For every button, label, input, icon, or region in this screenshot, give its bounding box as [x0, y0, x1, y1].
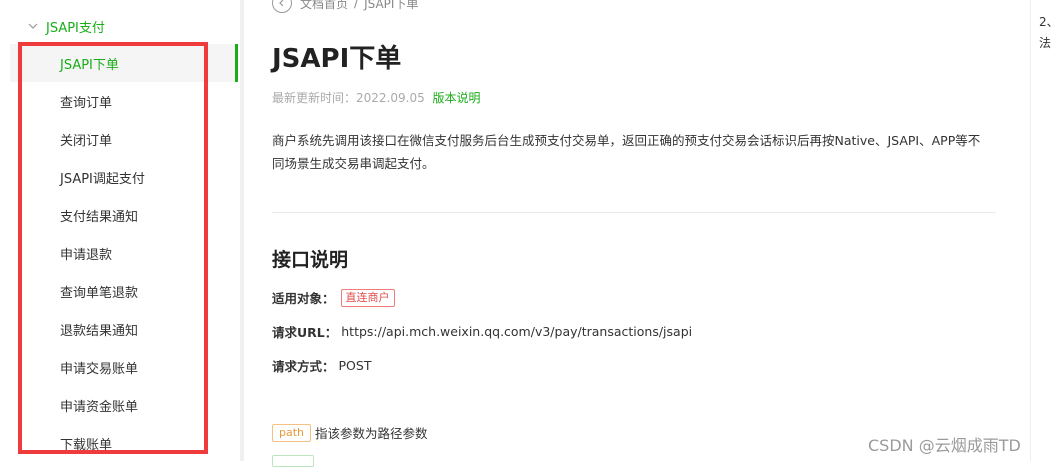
sidebar-item-jsapi-invoke[interactable]: JSAPI调起支付 — [10, 158, 238, 196]
merchant-tag: 直连商户 — [340, 288, 395, 307]
right-column: 2、 法 — [1030, 0, 1057, 461]
right-column-text: 2、 法 — [1039, 12, 1057, 54]
sidebar-item-label: JSAPI调起支付 — [60, 171, 145, 187]
method-row: 请求方式： POST — [272, 356, 371, 375]
update-meta: 最新更新时间：2022.09.05 版本说明 — [272, 89, 481, 106]
sidebar-item-close-order[interactable]: 关闭订单 — [10, 120, 238, 158]
chevron-down-icon — [28, 23, 38, 29]
sidebar-item-download-bill[interactable]: 下载账单 — [10, 424, 238, 462]
url-row: 请求URL： https://api.mch.weixin.qq.com/v3/… — [272, 322, 692, 341]
description-line: 同场景生成交易串调起支付。 — [272, 156, 435, 171]
section-title-interface: 接口说明 — [272, 249, 349, 271]
sidebar-menu: JSAPI下单 查询订单 关闭订单 JSAPI调起支付 支付结果通知 申请退款 … — [10, 44, 238, 462]
sidebar-item-label: 申请退款 — [60, 247, 113, 263]
sidebar-item-label: 查询订单 — [60, 95, 113, 111]
sidebar-item-label: 查询单笔退款 — [60, 285, 139, 301]
breadcrumb-separator: / — [354, 0, 359, 10]
target-row: 适用对象： 直连商户 — [272, 288, 395, 307]
right-text-line: 2、 — [1039, 15, 1057, 29]
sidebar-item-label: JSAPI下单 — [60, 57, 119, 73]
description-line: 商户系统先调用该接口在微信支付服务后台生成预支付交易单，返回正确的预支付交易会话… — [272, 133, 981, 148]
back-icon[interactable] — [272, 0, 292, 13]
watermark: CSDN @云烟成雨TD — [868, 436, 1021, 455]
page-description: 商户系统先调用该接口在微信支付服务后台生成预支付交易单，返回正确的预支付交易会话… — [272, 129, 992, 175]
sidebar-item-label: 关闭订单 — [60, 133, 113, 149]
sidebar-item-jsapi-order[interactable]: JSAPI下单 — [10, 44, 238, 82]
path-tag: path — [272, 423, 312, 442]
updated-time: 最新更新时间：2022.09.05 — [272, 91, 425, 105]
method-label: 请求方式： — [272, 359, 335, 374]
sidebar-item-label: 支付结果通知 — [60, 209, 139, 225]
sidebar-item-fund-bill[interactable]: 申请资金账单 — [10, 386, 238, 424]
path-param-row: path 指该参数为路径参数 — [272, 423, 428, 442]
page-title: JSAPI下单 — [272, 44, 402, 74]
sidebar-item-label: 申请资金账单 — [60, 399, 139, 415]
sidebar: JSAPI支付 JSAPI下单 查询订单 关闭订单 JSAPI调起支付 支付结果… — [0, 0, 240, 461]
version-notes-link[interactable]: 版本说明 — [433, 91, 481, 105]
sidebar-item-refund[interactable]: 申请退款 — [10, 234, 238, 272]
breadcrumb-home-link[interactable]: 文档首页 — [300, 0, 348, 12]
url-label: 请求URL： — [272, 325, 338, 340]
sidebar-group-jsapi[interactable]: JSAPI支付 — [28, 14, 105, 38]
sidebar-item-pay-notify[interactable]: 支付结果通知 — [10, 196, 238, 234]
sidebar-item-trade-bill[interactable]: 申请交易账单 — [10, 348, 238, 386]
sidebar-item-query-order[interactable]: 查询订单 — [10, 82, 238, 120]
path-description: 指该参数为路径参数 — [315, 426, 428, 441]
breadcrumb: 文档首页 / JSAPI下单 — [272, 0, 418, 13]
right-text-line: 法 — [1039, 36, 1052, 50]
method-value: POST — [338, 358, 372, 373]
sidebar-item-label: 申请交易账单 — [60, 361, 139, 377]
section-divider — [272, 212, 996, 213]
sidebar-group-label: JSAPI支付 — [46, 20, 105, 36]
query-tag-partial — [272, 455, 314, 467]
sidebar-item-refund-notify[interactable]: 退款结果通知 — [10, 310, 238, 348]
sidebar-item-label: 下载账单 — [60, 437, 113, 453]
sidebar-item-label: 退款结果通知 — [60, 323, 139, 339]
main-content: 文档首页 / JSAPI下单 JSAPI下单 最新更新时间：2022.09.05… — [244, 0, 1030, 467]
sidebar-item-query-refund[interactable]: 查询单笔退款 — [10, 272, 238, 310]
url-value: https://api.mch.weixin.qq.com/v3/pay/tra… — [341, 324, 693, 339]
active-indicator — [235, 44, 238, 82]
breadcrumb-current: JSAPI下单 — [364, 0, 419, 11]
target-label: 适用对象： — [272, 291, 335, 306]
